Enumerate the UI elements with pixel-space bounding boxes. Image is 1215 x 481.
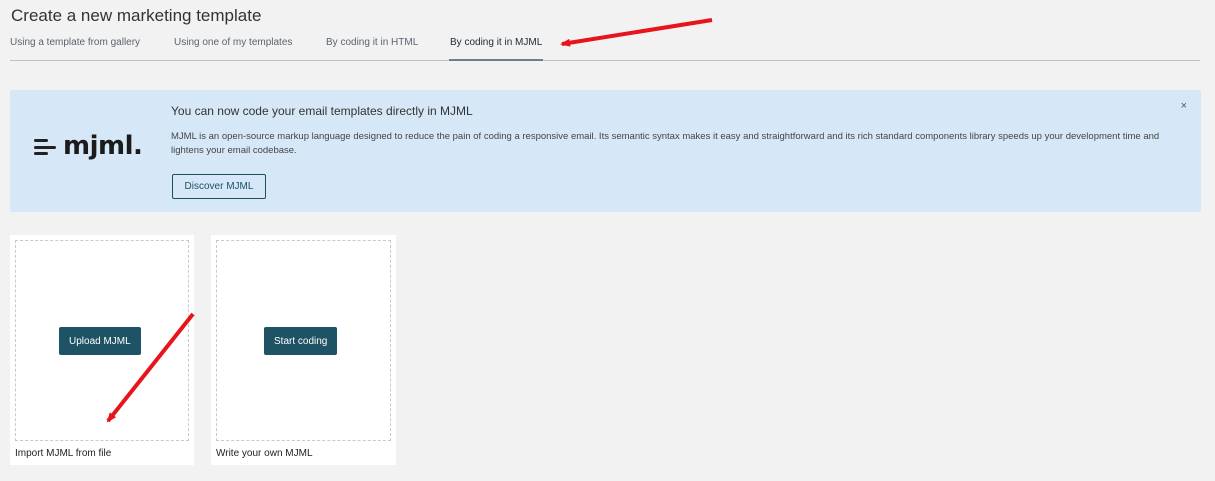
- annotation-arrow-card: [106, 312, 195, 423]
- annotation-arrows: [106, 18, 713, 423]
- annotation-arrow-tab: [560, 18, 713, 47]
